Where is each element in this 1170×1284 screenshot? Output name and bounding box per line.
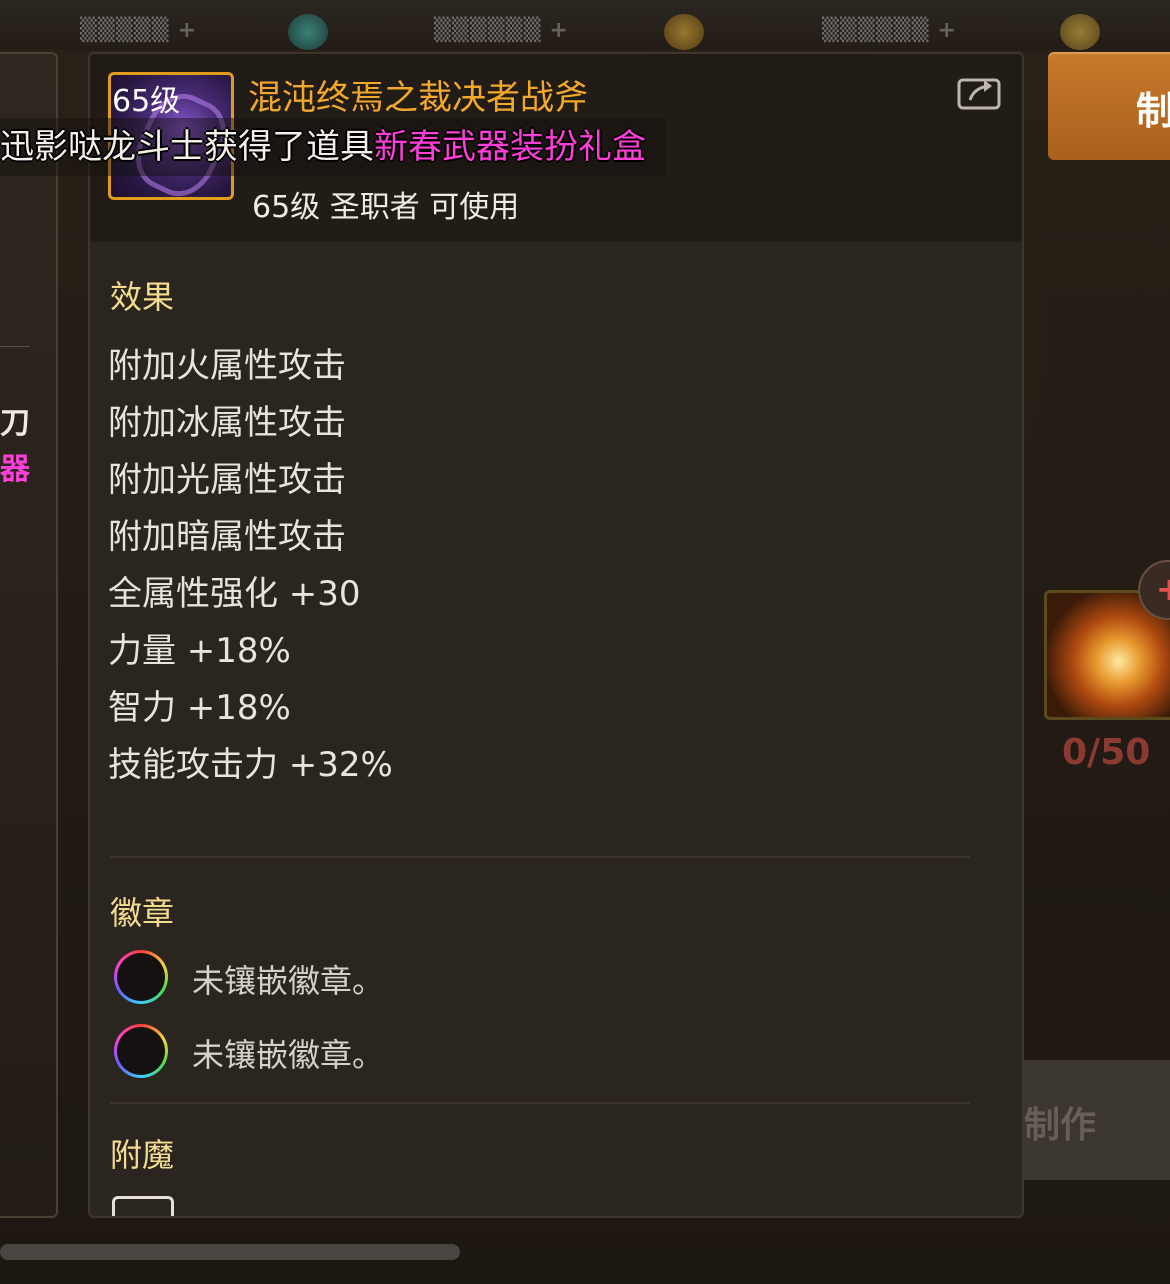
enchant-title: 附魔: [110, 1136, 175, 1174]
currency-2-plus-icon[interactable]: +: [550, 18, 569, 43]
empty-badge-slot-icon: [114, 1024, 168, 1078]
currency-3-plus-icon[interactable]: +: [938, 18, 957, 43]
plus-icon: +: [1156, 570, 1170, 608]
left-panel-text-1: 刀: [0, 406, 30, 441]
section-divider: [110, 856, 970, 858]
system-broadcast: 迅影哒龙斗士获得了道具新春武器装扮礼盒: [0, 118, 666, 176]
bottom-craft-button[interactable]: 制作: [1024, 1060, 1170, 1180]
effect-line: 力量 +18%: [108, 631, 291, 671]
bottom-craft-button-label: 制作: [1024, 1105, 1097, 1146]
left-panel-divider: [0, 346, 30, 347]
section-divider: [110, 1102, 970, 1104]
broadcast-item: 新春武器装扮礼盒: [374, 127, 646, 167]
badge-slot-text: 未镶嵌徽章。: [192, 1036, 385, 1074]
effect-line: 附加光属性攻击: [108, 460, 346, 500]
effect-line: 全属性强化 +30: [108, 574, 361, 614]
effects-title: 效果: [110, 278, 175, 316]
enchant-slot-icon: [112, 1196, 174, 1216]
currency-2: ▒▒▒▒▒▒ +: [434, 18, 569, 43]
badge-slot-text: 未镶嵌徽章。: [192, 962, 385, 1000]
craft-button[interactable]: 制: [1048, 52, 1170, 160]
effect-line: 附加火属性攻击: [108, 346, 346, 386]
empty-badge-slot-icon: [114, 950, 168, 1004]
broadcast-prefix: 迅影哒龙斗士获得了道具: [0, 127, 374, 167]
effect-line: 附加暗属性攻击: [108, 517, 346, 557]
currency-1-plus-icon[interactable]: +: [178, 18, 197, 43]
item-tooltip: 65级 混沌终焉之裁决者战斧 65级 圣职者 可使用 效果 附加火属性攻击 附加…: [88, 52, 1024, 1218]
item-requirement: 65级 圣职者 可使用: [252, 190, 520, 225]
gold-coin-icon: [664, 14, 704, 50]
currency-1: ▒▒▒▒▒ +: [80, 18, 198, 43]
left-side-panel: [0, 52, 58, 1218]
currency-3: ▒▒▒▒▒▒ +: [822, 18, 957, 43]
crown-icon: [1060, 14, 1100, 50]
effect-line: 附加冰属性攻击: [108, 403, 346, 443]
item-level-badge: 65级: [112, 84, 181, 119]
gem-icon: [288, 14, 328, 50]
share-icon[interactable]: [956, 72, 1004, 112]
item-name: 混沌终焉之裁决者战斧: [248, 78, 588, 118]
craft-button-label: 制: [1136, 89, 1170, 133]
badges-title: 徽章: [110, 894, 175, 932]
top-currency-bar: ▒▒▒▒▒ + ▒▒▒▒▒▒ + ▒▒▒▒▒▒ +: [0, 0, 1170, 50]
left-panel-text-2: 器: [0, 452, 30, 487]
material-count: 0/50: [1062, 732, 1151, 773]
effect-line: 技能攻击力 +32%: [108, 745, 393, 785]
horizontal-scrollbar[interactable]: [0, 1244, 460, 1260]
effect-line: 智力 +18%: [108, 688, 291, 728]
